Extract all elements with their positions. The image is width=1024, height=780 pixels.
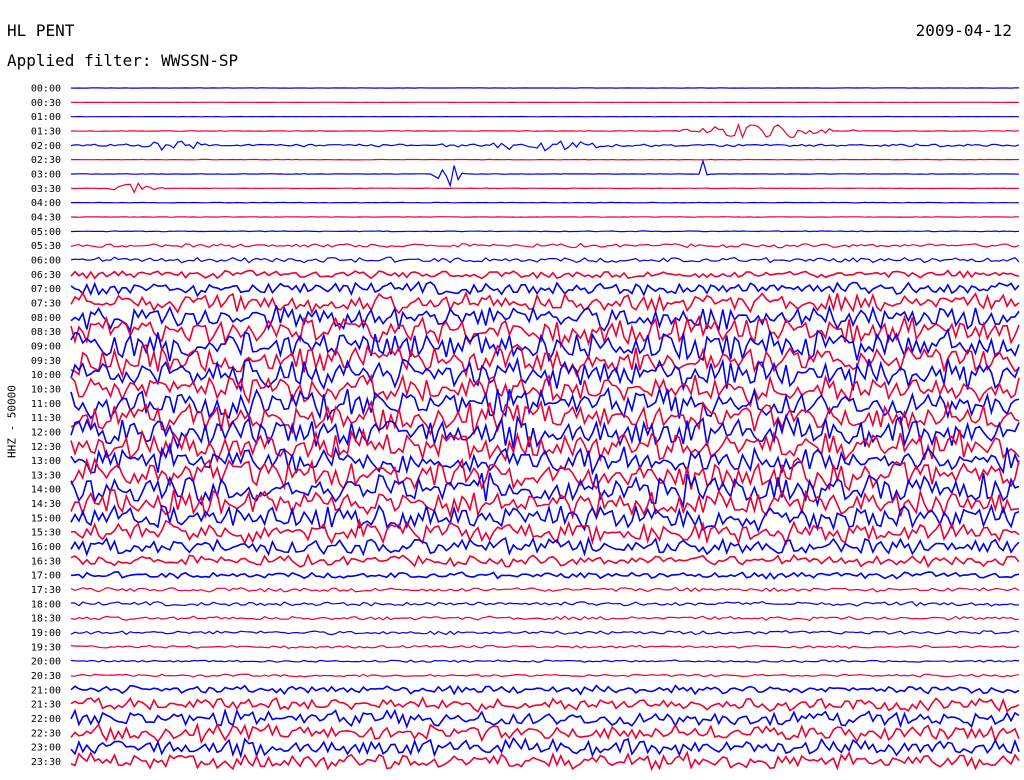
row-label: 12:00 [31,427,61,438]
row-label: 21:00 [31,685,61,696]
row-label: 07:30 [31,298,61,309]
row-label: 17:30 [31,585,61,596]
row-label: 14:00 [31,485,61,496]
row-label: 23:00 [31,743,61,754]
row-label: 02:00 [31,141,61,152]
row-label: 11:30 [31,413,61,424]
trace-line [70,290,1020,315]
traces-group [70,87,1020,772]
trace-line [71,158,1020,188]
row-label: 09:30 [31,356,61,367]
row-label: 19:00 [31,628,61,639]
row-label: 06:00 [31,255,61,266]
trace-line [70,230,1020,233]
row-label: 04:00 [31,198,61,209]
row-label: 01:00 [31,112,61,123]
row-label: 12:30 [31,442,61,453]
trace-line [70,399,1020,436]
trace-line [70,736,1020,759]
row-label: 07:00 [31,284,61,295]
row-label: 00:00 [31,84,61,95]
row-label: 05:30 [31,241,61,252]
row-label: 08:00 [31,313,61,324]
trace-line [70,630,1020,636]
row-label: 10:30 [31,384,61,395]
row-label: 15:00 [31,513,61,524]
trace-line [70,535,1020,557]
row-label: 19:30 [31,642,61,653]
trace-line [70,182,1020,194]
row-labels-group: 00:00 00:30 01:00 01:30 02:00 02:30 03:00 03:30… [31,84,61,769]
trace-line [70,269,1020,280]
row-label: 06:30 [31,270,61,281]
row-label: 20:00 [31,657,61,668]
trace-line [70,644,1020,649]
trace-line [70,571,1020,580]
trace-line [70,707,1020,730]
row-label: 22:30 [31,728,61,739]
trace-line [70,503,1020,534]
trace-line [70,659,1020,663]
trace-line [70,673,1020,678]
trace-line [70,242,1020,249]
trace-line [70,216,1020,218]
trace-line [71,201,1020,204]
row-label: 03:30 [31,184,61,195]
trace-line [70,140,1020,152]
row-label: 09:00 [31,341,61,352]
trace-line [70,553,1020,569]
row-label: 22:00 [31,714,61,725]
trace-line [70,600,1020,607]
row-label: 05:00 [31,227,61,238]
row-label: 02:30 [31,155,61,166]
trace-line [70,684,1020,696]
row-label: 08:30 [31,327,61,338]
row-label: 18:00 [31,599,61,610]
trace-line [70,750,1020,772]
seismogram-plot: 00:00 00:30 01:00 01:30 02:00 02:30 03:00 03:30… [31,84,1020,772]
row-label: 04:30 [31,212,61,223]
trace-line [70,158,1020,161]
trace-line [70,586,1020,593]
row-label: 16:00 [31,542,61,553]
row-label: 13:30 [31,470,61,481]
row-label: 03:00 [31,169,61,180]
trace-line [71,122,1020,140]
row-label: 20:30 [31,671,61,682]
trace-line [70,696,1020,713]
trace-line [70,615,1020,621]
row-label: 17:00 [31,571,61,582]
row-label: 21:30 [31,700,61,711]
row-label: 15:30 [31,528,61,539]
row-label: 00:30 [31,98,61,109]
row-label: 13:00 [31,456,61,467]
row-label: 14:30 [31,499,61,510]
row-label: 16:30 [31,556,61,567]
trace-line [70,256,1020,264]
row-label: 11:00 [31,399,61,410]
trace-line [70,722,1020,745]
row-label: 23:30 [31,757,61,768]
trace-line [70,280,1020,298]
row-label: 10:00 [31,370,61,381]
row-label: 01:30 [31,126,61,137]
row-label: 18:30 [31,614,61,625]
